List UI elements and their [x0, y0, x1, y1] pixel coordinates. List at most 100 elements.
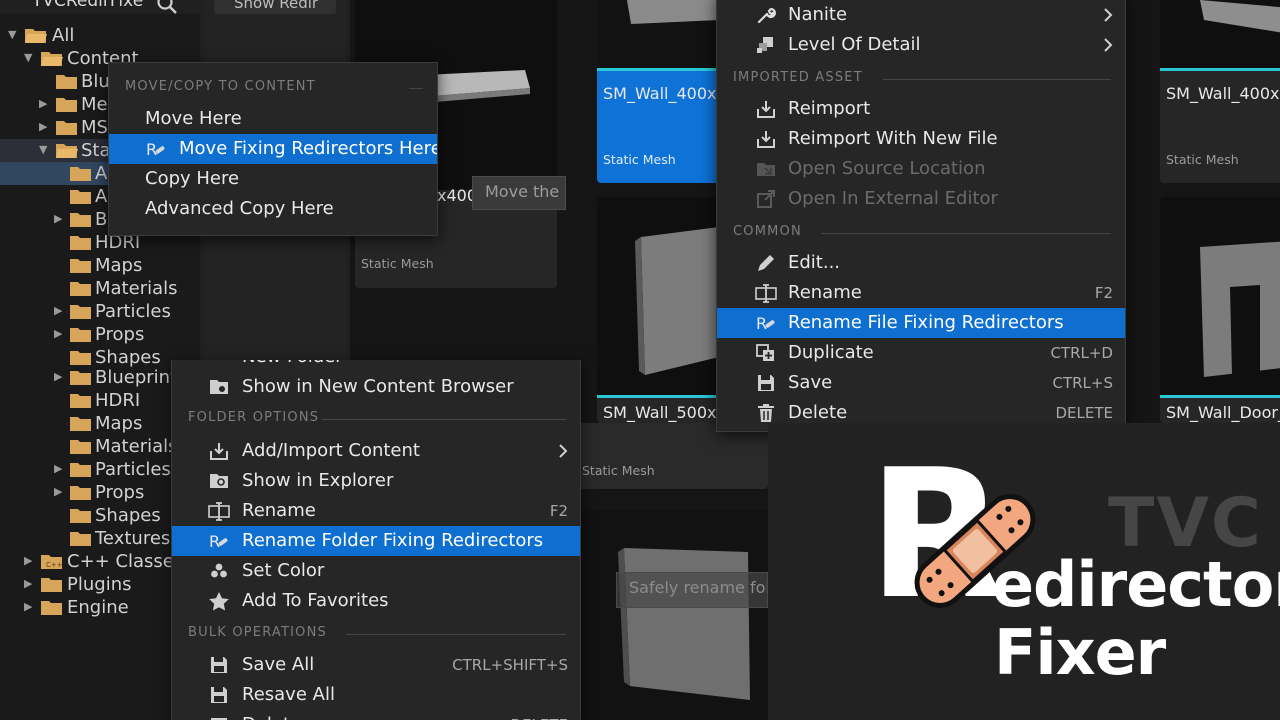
menu-item-set-color[interactable]: Set Color: [172, 556, 580, 586]
tree-label: B: [95, 209, 108, 230]
section-header: MOVE/COPY TO CONTENT: [125, 79, 423, 97]
tree-row[interactable]: ▶ Props: [0, 481, 200, 504]
menu-item-add-to-favorites[interactable]: Add To Favorites: [172, 586, 580, 616]
menu-item-label: New Folder: [242, 360, 343, 372]
menu-item-rename-folder-fixing-redirectors[interactable]: R Rename Folder Fixing Redirectors: [172, 526, 580, 556]
section-header: FOLDER OPTIONS: [188, 410, 566, 428]
tree-row-all[interactable]: ▼ All: [0, 24, 200, 47]
chevron-right-icon[interactable]: ▶: [54, 485, 66, 499]
menu-item-copy-here[interactable]: Copy Here: [109, 164, 437, 194]
tree-row[interactable]: Materials: [0, 435, 200, 458]
menu-item-label: Edit...: [788, 252, 841, 273]
logo-fixer-text: Fixer: [994, 616, 1166, 689]
tree-label: MS: [81, 117, 108, 138]
chevron-right-icon[interactable]: ▶: [39, 97, 51, 111]
tree-row[interactable]: Maps: [0, 254, 200, 277]
menu-item-rename-file-fixing-redirectors[interactable]: R Rename File Fixing Redirectors: [717, 308, 1125, 338]
menu-item-label: Rename Folder Fixing Redirectors: [242, 530, 544, 551]
folder-icon: [70, 394, 91, 408]
menu-item-move-here[interactable]: Move Here: [109, 104, 437, 134]
menu-item-level-of-detail[interactable]: Level Of Detail: [717, 30, 1125, 60]
tree-row[interactable]: ▶ Plugins: [0, 573, 200, 596]
menu-item-open-source-location[interactable]: Open Source Location: [717, 154, 1125, 184]
asset-type: Static Mesh: [361, 256, 434, 271]
menu-item-nanite[interactable]: Nanite: [717, 0, 1125, 30]
menu-item-label: Add To Favorites: [242, 590, 389, 611]
tree-row[interactable]: Shapes: [0, 504, 200, 527]
folder-icon: [70, 213, 91, 227]
asset-context-menu: Nanite Level Of Detail IMPORTED ASSET Re…: [716, 0, 1126, 432]
tree-label: Blueprint: [95, 367, 178, 388]
menu-item-duplicate[interactable]: Duplicate CTRL+D: [717, 338, 1125, 368]
asset-tile[interactable]: Static Mesh: [578, 423, 768, 489]
menu-item-rename[interactable]: Rename F2: [717, 278, 1125, 308]
asset-thumbnail: [1160, 0, 1280, 68]
duplicate-icon: [756, 344, 774, 361]
menu-item-new-folder[interactable]: New Folder: [172, 360, 580, 372]
asset-thumbnail: [597, 0, 719, 68]
tree-row[interactable]: ▶ Particles: [0, 458, 200, 481]
tree-row[interactable]: Maps: [0, 412, 200, 435]
asset-tile[interactable]: SM_Wall_Door_: [1160, 197, 1280, 423]
asset-name: SM_Wall_400x: [603, 84, 717, 103]
chevron-right-icon[interactable]: ▶: [39, 120, 51, 134]
menu-item-reimport-new-file[interactable]: Reimport With New File: [717, 124, 1125, 154]
chevron-right-icon[interactable]: ▶: [54, 212, 66, 226]
menu-item-label: Reimport With New File: [788, 128, 998, 149]
chevron-down-icon[interactable]: ▼: [8, 28, 20, 42]
tree-row[interactable]: HDRI: [0, 389, 200, 412]
chevron-down-icon[interactable]: ▼: [24, 51, 36, 65]
menu-item-delete[interactable]: Delete DELETE: [172, 710, 580, 720]
browser-folder-icon: [210, 380, 228, 394]
menu-item-label: Open In External Editor: [788, 188, 998, 209]
folder-open-icon: [56, 144, 78, 158]
menu-item-rename[interactable]: Rename F2: [172, 496, 580, 526]
menu-item-edit[interactable]: Edit...: [717, 248, 1125, 278]
menu-item-open-external-editor[interactable]: Open In External Editor: [717, 184, 1125, 214]
chevron-right-icon[interactable]: ▶: [54, 304, 66, 318]
show-redirectors-button[interactable]: Show Redir: [214, 0, 336, 14]
tree-row[interactable]: ▶ Engine: [0, 596, 200, 619]
tree-row[interactable]: ▶ Particles: [0, 300, 200, 323]
menu-item-save-all[interactable]: Save All CTRL+SHIFT+S: [172, 650, 580, 680]
asset-tile[interactable]: SM_Wall_400x3 Static Mesh: [1160, 0, 1280, 183]
menu-item-label: Rename: [788, 282, 862, 303]
menu-item-resave-all[interactable]: Resave All: [172, 680, 580, 710]
section-header: IMPORTED ASSET: [733, 70, 1111, 88]
mesh-preview-icon: [627, 0, 719, 24]
tree-row[interactable]: ▶ Props: [0, 323, 200, 346]
asset-tile[interactable]: SM_Wall_500x5: [597, 197, 719, 423]
chevron-right-icon[interactable]: ▶: [24, 577, 36, 591]
chevron-right-icon[interactable]: ▶: [54, 327, 66, 341]
tree-row[interactable]: ▶ Blueprint: [0, 366, 200, 389]
chevron-right-icon[interactable]: ▶: [24, 600, 36, 614]
chevron-right-icon[interactable]: ▶: [24, 554, 36, 568]
menu-item-reimport[interactable]: Reimport: [717, 94, 1125, 124]
menu-item-show-in-explorer[interactable]: Show in Explorer: [172, 466, 580, 496]
tree-label: Particles: [95, 301, 171, 322]
tree-label: A: [95, 186, 108, 207]
asset-tile-selected[interactable]: SM_Wall_400x Static Mesh: [597, 0, 719, 183]
menu-item-label: Save All: [242, 654, 315, 675]
tooltip: Safely rename fold: [616, 572, 768, 608]
chevron-right-icon[interactable]: ▶: [54, 462, 66, 476]
menu-item-save[interactable]: Save CTRL+S: [717, 368, 1125, 398]
menu-item-add-import-content[interactable]: Add/Import Content: [172, 436, 580, 466]
chevron-right-icon[interactable]: ▶: [54, 370, 66, 384]
menu-item-advanced-copy-here[interactable]: Advanced Copy Here: [109, 194, 437, 224]
cpp-folder-icon: C++: [41, 555, 63, 569]
folder-icon: [41, 601, 62, 615]
folder-icon: [70, 509, 91, 523]
tree-row[interactable]: Textures: [0, 527, 200, 550]
menu-item-show-new-content-browser[interactable]: Show in New Content Browser: [172, 372, 580, 402]
tree-row[interactable]: Materials: [0, 277, 200, 300]
section-divider: [322, 419, 566, 420]
tree-row[interactable]: ▶ C++ C++ Classes: [0, 550, 200, 573]
chevron-down-icon[interactable]: ▼: [39, 143, 51, 157]
folder-icon: [70, 417, 91, 431]
menu-item-move-fixing-redirectors[interactable]: R Move Fixing Redirectors Here: [109, 134, 437, 164]
folder-icon: [70, 328, 91, 342]
search-icon[interactable]: [156, 0, 178, 15]
external-icon: [757, 190, 775, 208]
asset-thumbnail[interactable]: [578, 510, 768, 720]
